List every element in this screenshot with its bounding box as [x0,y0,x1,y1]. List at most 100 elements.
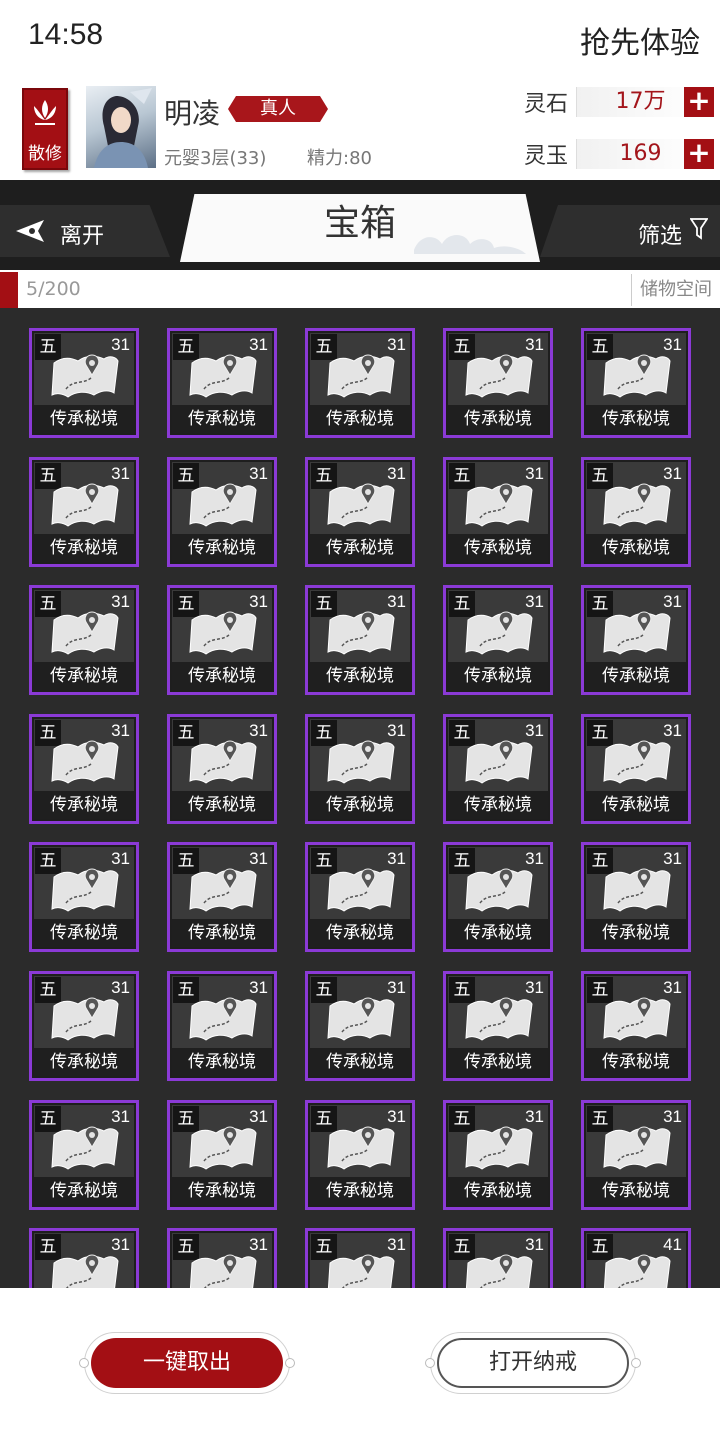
resource-spirit-jade: 灵玉 169 + [522,136,720,172]
inventory-item[interactable]: 五31传承秘境 [29,1228,139,1288]
inventory-item[interactable]: 五31传承秘境 [167,457,277,567]
inventory-item[interactable]: 五31传承秘境 [305,328,415,438]
map-scroll-icon [603,611,671,655]
inventory-item[interactable]: 五31传承秘境 [581,1100,691,1210]
inventory-item[interactable]: 五31传承秘境 [443,842,553,952]
item-name: 传承秘境 [586,919,686,947]
item-name: 传承秘境 [310,791,410,819]
inventory-item[interactable]: 五31传承秘境 [305,971,415,1081]
map-scroll-icon [603,740,671,784]
avatar[interactable] [86,86,156,168]
map-scroll-icon [189,1254,257,1288]
inventory-item[interactable]: 五31传承秘境 [29,1100,139,1210]
map-scroll-icon [465,1126,533,1170]
map-scroll-icon [465,483,533,527]
inventory-item[interactable]: 五31传承秘境 [443,585,553,695]
inventory-item[interactable]: 五31传承秘境 [581,714,691,824]
add-spirit-stone-button[interactable]: + [684,87,714,117]
item-name: 传承秘境 [448,534,548,562]
inventory-item[interactable]: 五31传承秘境 [29,714,139,824]
sect-label: 散修 [28,144,62,164]
inventory-item[interactable]: 五31传承秘境 [167,585,277,695]
inventory-item[interactable]: 五31传承秘境 [305,1100,415,1210]
inventory-item[interactable]: 五31传承秘境 [443,1228,553,1288]
item-name: 传承秘境 [34,405,134,433]
item-name: 传承秘境 [310,662,410,690]
item-name: 传承秘境 [172,405,272,433]
inventory-item[interactable]: 五31传承秘境 [581,971,691,1081]
inventory-item[interactable]: 五31传承秘境 [305,1228,415,1288]
map-scroll-icon [327,483,395,527]
inventory-item[interactable]: 五31传承秘境 [167,1228,277,1288]
map-scroll-icon [327,354,395,398]
add-spirit-jade-button[interactable]: + [684,139,714,169]
take-all-button[interactable]: 一键取出 [91,1338,283,1388]
inventory-item[interactable]: 五31传承秘境 [305,585,415,695]
early-access-label[interactable]: 抢先体验 [580,18,700,62]
inventory-item[interactable]: 五31传承秘境 [443,328,553,438]
item-name: 传承秘境 [448,1048,548,1076]
map-scroll-icon [327,740,395,784]
status-bar: 14:58 抢先体验 [0,0,720,78]
inventory-item[interactable]: 五31传承秘境 [305,714,415,824]
map-scroll-icon [327,997,395,1041]
item-name: 传承秘境 [310,405,410,433]
item-name: 传承秘境 [310,1048,410,1076]
open-ring-button[interactable]: 打开纳戒 [437,1338,629,1388]
filter-label[interactable]: 筛选 [638,218,682,250]
inventory-item[interactable]: 五31传承秘境 [443,714,553,824]
item-name: 传承秘境 [310,919,410,947]
inventory-item[interactable]: 五31传承秘境 [443,457,553,567]
map-scroll-icon [465,354,533,398]
inventory-item[interactable]: 五31传承秘境 [581,328,691,438]
inventory-item[interactable]: 五31传承秘境 [581,842,691,952]
app-root: 14:58 抢先体验 散修 明凌 真人 元婴3层(33) 精力:80 灵石 17… [0,0,720,1440]
capacity-bar: 5/200 储物空间 [0,272,720,308]
sect-badge[interactable]: 散修 [22,88,68,170]
inventory-item[interactable]: 五31传承秘境 [443,971,553,1081]
inventory-item[interactable]: 五31传承秘境 [443,1100,553,1210]
map-scroll-icon [189,611,257,655]
inventory-item[interactable]: 五31传承秘境 [167,328,277,438]
inventory-item[interactable]: 五31传承秘境 [305,457,415,567]
item-name: 传承秘境 [448,405,548,433]
bottom-action-bar: 一键取出 打开纳戒 [0,1288,720,1440]
item-name: 传承秘境 [34,662,134,690]
map-scroll-icon [51,354,119,398]
inventory-item[interactable]: 五41传承秘境 [581,1228,691,1288]
inventory-item[interactable]: 五31传承秘境 [29,585,139,695]
storage-space-label[interactable]: 储物空间 [631,274,720,306]
item-name: 传承秘境 [172,534,272,562]
inventory-item[interactable]: 五31传承秘境 [29,457,139,567]
item-name: 传承秘境 [586,662,686,690]
capacity-marker [0,272,18,308]
filter-funnel-icon [690,218,708,240]
map-scroll-icon [51,611,119,655]
map-scroll-icon [603,1254,671,1288]
map-scroll-icon [603,483,671,527]
inventory-item[interactable]: 五31传承秘境 [167,971,277,1081]
inventory-item[interactable]: 五31传承秘境 [29,328,139,438]
map-scroll-icon [327,1254,395,1288]
map-scroll-icon [189,740,257,784]
map-scroll-icon [189,868,257,912]
frame-dot [425,1358,435,1368]
open-ring-button-frame: 打开纳戒 [425,1332,641,1394]
inventory-item[interactable]: 五31传承秘境 [29,842,139,952]
inventory-item[interactable]: 五31传承秘境 [167,842,277,952]
inventory-item[interactable]: 五31传承秘境 [29,971,139,1081]
item-grid[interactable]: 五 31 传承秘境五 31 传承秘境五 31 传承秘境五 31 传承秘境五 31 传承秘境五 31 传承… [0,308,720,1288]
item-name: 传承秘境 [586,791,686,819]
inventory-item[interactable]: 五31传承秘境 [167,1100,277,1210]
inventory-item[interactable]: 五31传承秘境 [581,457,691,567]
item-name: 传承秘境 [34,1177,134,1205]
take-all-button-frame: 一键取出 [79,1332,295,1394]
map-scroll-icon [51,997,119,1041]
item-name: 传承秘境 [586,405,686,433]
map-scroll-icon [327,611,395,655]
inventory-item[interactable]: 五31传承秘境 [581,585,691,695]
map-scroll-icon [327,1126,395,1170]
item-name: 传承秘境 [34,919,134,947]
inventory-item[interactable]: 五31传承秘境 [305,842,415,952]
inventory-item[interactable]: 五31传承秘境 [167,714,277,824]
